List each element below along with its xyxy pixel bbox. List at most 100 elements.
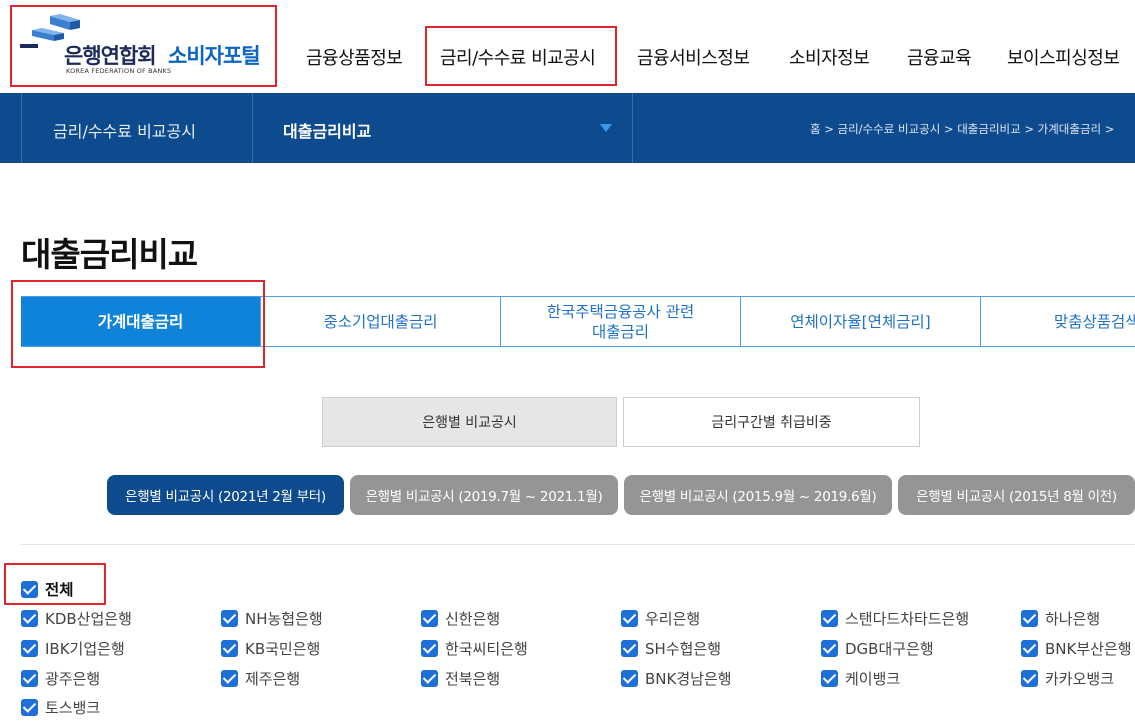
bank-checkbox[interactable]: KB국민은행 [221, 638, 320, 659]
bank-checkbox-label: BNK경남은행 [645, 670, 732, 688]
gnb-consumer-info[interactable]: 소비자정보 [789, 44, 870, 70]
bank-checkbox[interactable]: 스탠다드차타드은행 [821, 608, 969, 629]
checkbox-all-label: 전체 [45, 581, 74, 599]
bank-checkbox[interactable]: KDB산업은행 [21, 608, 132, 629]
bank-checkbox-label: NH농협은행 [245, 610, 323, 628]
period-2019-07-to-2021-01-label: 은행별 비교공시 (2019.7월 ~ 2021.1월) [365, 489, 603, 505]
bank-checkbox-label: SH수협은행 [645, 640, 722, 658]
tab-household-loan[interactable]: 가계대출금리 [21, 297, 261, 346]
tab-hf-loan[interactable]: 한국주택금융공사 관련 대출금리 [501, 297, 741, 346]
checkbox-checked-icon[interactable] [821, 670, 838, 687]
page-title: 대출금리비교 [21, 235, 198, 274]
section-divider [21, 544, 1135, 545]
bank-checkbox[interactable]: 제주은행 [221, 668, 300, 689]
checkbox-checked-icon[interactable] [21, 610, 38, 627]
nav-current-dropdown[interactable]: 대출금리비교 [253, 93, 633, 163]
logo-english-name: KOREA FEDERATION OF BANKS [66, 67, 172, 75]
bank-checkbox[interactable]: 신한은행 [421, 608, 500, 629]
checkbox-checked-icon[interactable] [421, 640, 438, 657]
nav-section-label: 금리/수수료 비교공시 [53, 122, 196, 141]
gnb-financial-services[interactable]: 금융서비스정보 [637, 44, 750, 70]
tab-household-loan-label: 가계대출금리 [97, 312, 184, 331]
period-2021-02-onward-label: 은행별 비교공시 (2021년 2월 부터) [125, 489, 326, 505]
subtab-by-rate-range[interactable]: 금리구간별 취급비중 [623, 397, 920, 447]
bank-checkbox[interactable]: 한국씨티은행 [421, 638, 528, 659]
period-2021-02-onward[interactable]: 은행별 비교공시 (2021년 2월 부터) [107, 475, 344, 515]
gnb-voice-phishing[interactable]: 보이스피싱정보 [1007, 44, 1120, 70]
checkbox-checked-icon[interactable] [421, 610, 438, 627]
bank-checkbox-label: 광주은행 [45, 670, 101, 688]
tab-hf-loan-label-1: 한국주택금융공사 관련 [546, 302, 695, 321]
tab-sme-loan[interactable]: 중소기업대출금리 [261, 297, 501, 346]
caret-down-icon[interactable] [600, 124, 612, 132]
bank-checkbox-label: 신한은행 [445, 610, 501, 628]
checkbox-checked-icon[interactable] [21, 699, 38, 716]
bank-checkbox-label: DGB대구은행 [845, 640, 934, 658]
checkbox-checked-icon[interactable] [221, 670, 238, 687]
subtab-by-rate-range-label: 금리구간별 취급비중 [711, 415, 832, 431]
gnb-financial-education[interactable]: 금융교육 [907, 44, 972, 70]
bank-checkbox-label: 토스뱅크 [45, 699, 101, 717]
checkbox-checked-icon[interactable] [821, 610, 838, 627]
tab-custom-search[interactable]: 맞춤상품검색 [981, 297, 1135, 346]
site-logo[interactable]: 은행연합회 소비자포털 KOREA FEDERATION OF BANKS [20, 14, 270, 80]
tab-custom-search-label: 맞춤상품검색 [1054, 312, 1135, 331]
checkbox-checked-icon[interactable] [1021, 640, 1038, 657]
tab-sme-loan-label: 중소기업대출금리 [323, 312, 438, 331]
bank-checkbox-label: IBK기업은행 [45, 640, 125, 658]
bank-checkbox[interactable]: DGB대구은행 [821, 638, 934, 659]
checkbox-checked-icon[interactable] [621, 640, 638, 657]
bank-checkbox-label: BNK부산은행 [1045, 640, 1132, 658]
checkbox-checked-icon[interactable] [21, 640, 38, 657]
bank-checkbox-label: 한국씨티은행 [445, 640, 528, 658]
bank-checkbox-label: 스탠다드차타드은행 [845, 610, 970, 628]
checkbox-all[interactable]: 전체 [21, 578, 74, 600]
bank-checkbox[interactable]: 하나은행 [1021, 608, 1100, 629]
checkbox-checked-icon[interactable] [1021, 610, 1038, 627]
site-header: 은행연합회 소비자포털 KOREA FEDERATION OF BANKS 금융… [0, 0, 1135, 93]
bank-checkbox[interactable]: 전북은행 [421, 668, 500, 689]
bank-checkbox[interactable]: NH농협은행 [221, 608, 323, 629]
nav-section-dropdown[interactable]: 금리/수수료 비교공시 [21, 93, 253, 163]
checkbox-checked-icon[interactable] [21, 580, 38, 598]
period-2019-07-to-2021-01[interactable]: 은행별 비교공시 (2019.7월 ~ 2021.1월) [350, 475, 618, 515]
bank-checkbox-label: KB국민은행 [245, 640, 321, 658]
bank-checkbox[interactable]: IBK기업은행 [21, 638, 125, 659]
checkbox-checked-icon[interactable] [621, 670, 638, 687]
checkbox-checked-icon[interactable] [621, 610, 638, 627]
bank-checkbox[interactable]: 광주은행 [21, 668, 100, 689]
checkbox-checked-icon[interactable] [1021, 670, 1038, 687]
period-before-2015-08-label: 은행별 비교공시 (2015년 8월 이전) [916, 489, 1117, 505]
logo-service-name: 소비자포털 [168, 44, 261, 68]
bank-checkbox[interactable]: 토스뱅크 [21, 697, 100, 718]
nav-current-label: 대출금리비교 [283, 122, 372, 141]
checkbox-checked-icon[interactable] [221, 640, 238, 657]
bank-checkbox-label: 전북은행 [445, 670, 501, 688]
bank-checkbox[interactable]: 우리은행 [621, 608, 700, 629]
tab-overdue-rate-label: 연체이자율[연체금리] [790, 312, 931, 331]
checkbox-checked-icon[interactable] [821, 640, 838, 657]
bank-checkbox[interactable]: 카카오뱅크 [1021, 668, 1114, 689]
bank-checkbox[interactable]: BNK부산은행 [1021, 638, 1132, 659]
subtab-by-bank[interactable]: 은행별 비교공시 [322, 397, 617, 447]
checkbox-checked-icon[interactable] [21, 670, 38, 687]
breadcrumb: 홈 > 금리/수수료 비교공시 > 대출금리비교 > 가계대출금리 > [810, 122, 1115, 136]
bank-checkbox-label: 하나은행 [1045, 610, 1101, 628]
period-2015-09-to-2019-06[interactable]: 은행별 비교공시 (2015.9월 ~ 2019.6월) [624, 475, 892, 515]
bank-checkbox[interactable]: 케이뱅크 [821, 668, 900, 689]
checkbox-checked-icon[interactable] [221, 610, 238, 627]
period-2015-09-to-2019-06-label: 은행별 비교공시 (2015.9월 ~ 2019.6월) [639, 489, 877, 505]
logo-org-name: 은행연합회 [64, 44, 157, 68]
gnb-financial-products[interactable]: 금융상품정보 [306, 44, 403, 70]
bank-checkbox-label: 제주은행 [245, 670, 301, 688]
bank-checkbox[interactable]: SH수협은행 [621, 638, 721, 659]
bank-checkbox-label: 카카오뱅크 [1045, 670, 1115, 688]
gnb-rate-fee-compare[interactable]: 금리/수수료 비교공시 [440, 44, 596, 70]
tab-overdue-rate[interactable]: 연체이자율[연체금리] [741, 297, 981, 346]
loan-type-tabs: 가계대출금리 중소기업대출금리 한국주택금융공사 관련 대출금리 연체이자율[연… [21, 296, 1135, 347]
bank-checkbox[interactable]: BNK경남은행 [621, 668, 732, 689]
period-before-2015-08[interactable]: 은행별 비교공시 (2015년 8월 이전) [898, 475, 1135, 515]
section-navbar: 금리/수수료 비교공시 대출금리비교 홈 > 금리/수수료 비교공시 > 대출금… [0, 93, 1135, 163]
bank-checkbox-label: 우리은행 [645, 610, 701, 628]
checkbox-checked-icon[interactable] [421, 670, 438, 687]
